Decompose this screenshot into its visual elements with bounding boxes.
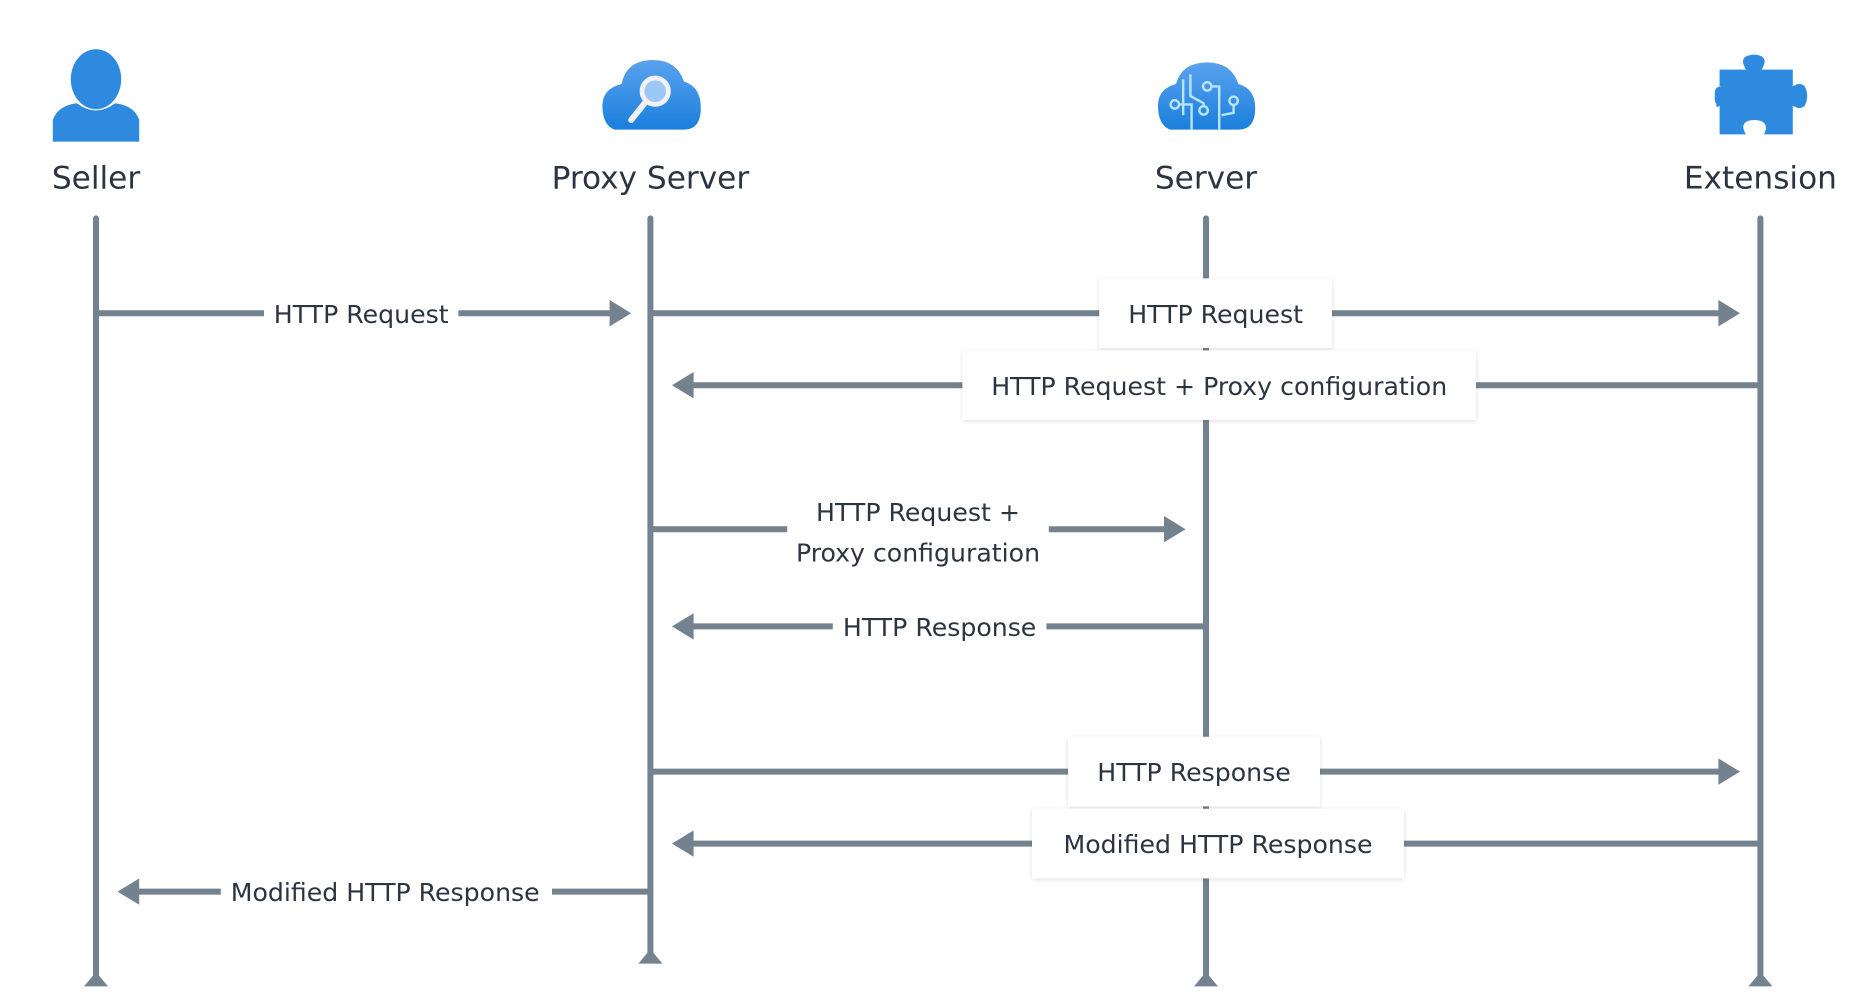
cloud-circuit-icon [1158, 62, 1256, 130]
message-label: HTTP Response [1097, 758, 1290, 787]
message-server-to-proxy-response: HTTP Response [672, 608, 1204, 645]
message-label: HTTP Request [274, 300, 449, 329]
message-label-line1: HTTP Request + [816, 498, 1020, 527]
lifeline-seller [84, 215, 108, 987]
message-label-line2: Proxy configuration [796, 539, 1040, 568]
actor-label-extension: Extension [1684, 160, 1837, 196]
cloud-search-icon [602, 60, 701, 130]
lifeline-proxy-server [638, 215, 663, 964]
message-label: Modified HTTP Response [231, 878, 540, 907]
message-proxy-to-seller-modified-response: Modified HTTP Response [117, 873, 648, 910]
actor-label-seller: Seller [52, 160, 141, 196]
actor-label-server: Server [1155, 160, 1257, 196]
actor-label-proxy-server: Proxy Server [552, 160, 750, 196]
message-proxy-to-extension-request: HTTP Request [652, 278, 1740, 348]
message-label: HTTP Response [843, 613, 1036, 642]
sequence-diagram: Seller Proxy Server Server Extension HTT… [52, 49, 1837, 987]
message-proxy-to-extension-response: HTTP Response [652, 736, 1740, 807]
puzzle-piece-icon [1714, 54, 1808, 135]
message-label: Modified HTTP Response [1064, 830, 1373, 859]
message-label: HTTP Request + Proxy configuration [991, 372, 1447, 401]
message-seller-to-proxy-request: HTTP Request [98, 295, 632, 332]
user-icon [52, 49, 140, 142]
message-label: HTTP Request [1128, 300, 1303, 329]
message-extension-to-proxy-modified-response: Modified HTTP Response [672, 808, 1758, 879]
message-extension-to-proxy-request-config: HTTP Request + Proxy configuration [672, 350, 1758, 420]
lifeline-extension [1748, 215, 1773, 987]
message-proxy-to-server-request-config: HTTP Request + Proxy configuration [652, 489, 1186, 569]
